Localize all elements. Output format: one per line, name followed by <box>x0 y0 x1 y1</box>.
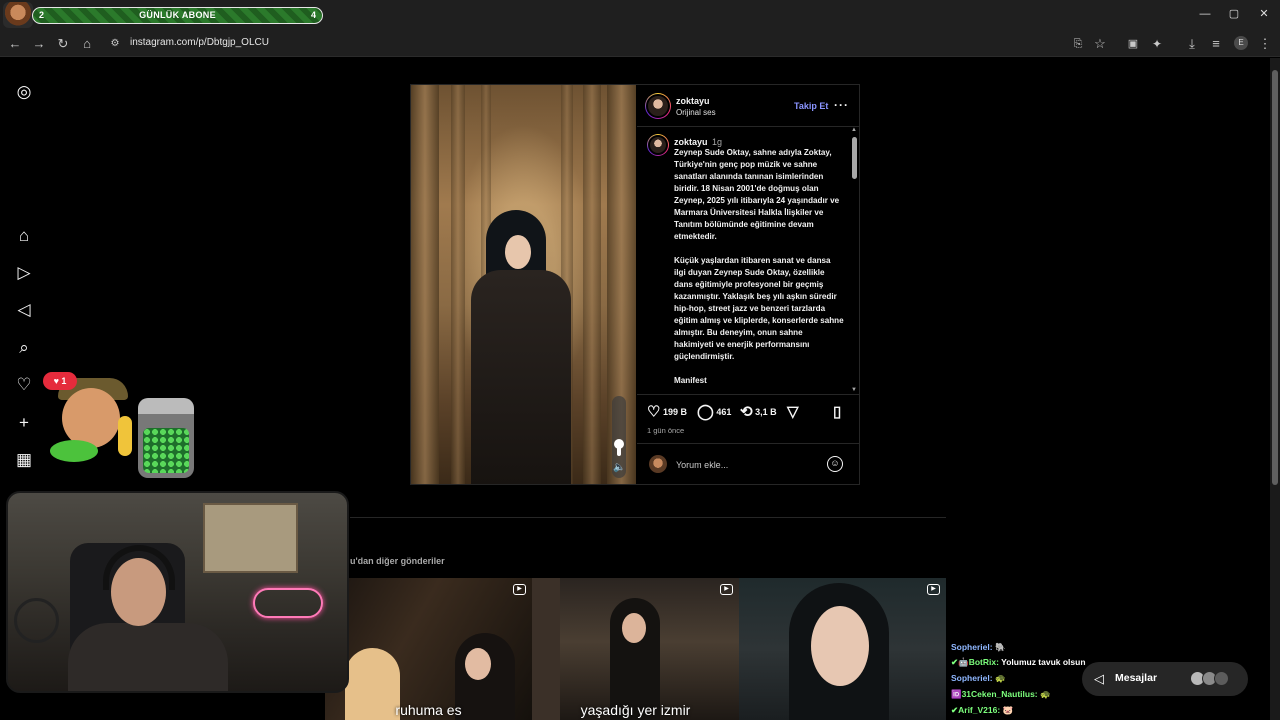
media-control-icon[interactable]: ≡ <box>1205 31 1227 57</box>
reels-nav-icon[interactable]: ▷ <box>13 262 35 284</box>
caption-time: 1g <box>712 137 723 147</box>
posted-time: 1 gün önce <box>647 426 685 435</box>
repost-button[interactable]: ⟲ 3,1 B <box>740 403 777 422</box>
emoji-icon[interactable]: ☺ <box>827 456 843 472</box>
messages-label: Mesajlar <box>1115 672 1158 684</box>
streamer-webcam <box>6 491 349 693</box>
repost-icon: ⟲ <box>740 403 753 421</box>
more-post-thumbnail[interactable]: ▶ ruhuma es <box>325 578 532 720</box>
share-button[interactable]: ▽ <box>787 403 799 422</box>
url-text[interactable]: instagram.com/p/Dbtgjp_OLCU <box>130 36 269 50</box>
caption-scrollbar[interactable]: ▲ ▼ <box>850 127 859 393</box>
chat-message: ✔Arif_V216: 🐷 <box>951 705 1014 715</box>
maximize-button[interactable]: ▢ <box>1223 6 1245 22</box>
bookmark-icon: ▯ <box>833 403 842 421</box>
caption-paragraph: Küçük yaşlardan itibaren sanat ve dansa … <box>674 256 844 361</box>
more-posts-divider <box>350 517 946 518</box>
message-avatar <box>1214 671 1229 686</box>
chat-message: 🆔31Ceken_Nautilus: 🐢 <box>951 689 1051 699</box>
forward-icon[interactable]: → <box>28 31 50 57</box>
more-post-thumbnail[interactable]: ▶ <box>739 578 946 720</box>
subscriber-goal-bar: 2 GÜNLÜK ABONE 4 <box>32 7 323 24</box>
caption-username[interactable]: zoktayu <box>674 137 708 147</box>
messages-nav-icon[interactable]: ◁ <box>13 299 35 321</box>
goal-target: 4 <box>310 10 316 20</box>
paper-plane-icon: ◁ <box>1094 671 1104 686</box>
comment-divider <box>637 443 859 444</box>
author-avatar[interactable] <box>645 93 671 119</box>
messages-button[interactable]: ◁ Mesajlar <box>1082 662 1248 696</box>
minimize-button[interactable]: — <box>1194 6 1216 22</box>
follow-button[interactable]: Takip Et <box>794 101 828 111</box>
comment-input[interactable] <box>676 458 816 472</box>
comment-count: 461 <box>716 407 732 417</box>
close-window-button[interactable]: ✕ <box>1253 6 1275 22</box>
reel-icon: ▶ <box>513 584 526 595</box>
site-info-icon[interactable]: ⚙ <box>104 31 126 57</box>
more-options-icon[interactable]: ··· <box>834 98 849 112</box>
comment-button[interactable]: ◯ 461 <box>697 403 731 422</box>
reel-icon: ▶ <box>720 584 733 595</box>
back-icon[interactable]: ← <box>4 31 26 57</box>
like-button[interactable]: ♡ 199 B <box>647 403 687 422</box>
jar-sticker <box>138 398 194 478</box>
download-icon[interactable]: ⤓ <box>1181 31 1203 57</box>
goal-title: GÜNLÜK ABONE <box>139 10 216 20</box>
more-posts-title: u'dan diğer gönderiler <box>350 556 445 566</box>
viewer-avatar <box>649 455 667 473</box>
page-scrollbar[interactable] <box>1270 58 1280 720</box>
install-app-icon[interactable]: ⎘ <box>1067 31 1089 57</box>
tab-search-icon[interactable]: ▣ <box>1122 31 1144 57</box>
chat-message: Sopheriel: 🐘 <box>951 642 1006 652</box>
thumbnail-caption: ruhuma es <box>395 702 462 718</box>
actions-divider <box>637 394 859 395</box>
home-icon[interactable]: ⌂ <box>76 31 98 57</box>
notifications-nav-icon[interactable]: ♡ <box>13 374 35 396</box>
comment-icon: ◯ <box>697 403 714 421</box>
save-button[interactable]: ▯ <box>833 403 841 422</box>
header-divider <box>637 126 859 127</box>
bookmark-star-icon[interactable]: ☆ <box>1089 31 1111 57</box>
caption-paragraph: Zeynep Sude Oktay, sahne adıyla Zoktay, … <box>674 148 840 241</box>
reload-icon[interactable]: ↻ <box>52 31 74 57</box>
chat-message: Sopheriel: 🐢 <box>951 673 1006 683</box>
notification-badge: ♥ 1 <box>43 372 77 390</box>
like-count: 199 B <box>662 407 687 417</box>
speaker-icon[interactable]: 🔈 <box>613 462 625 473</box>
post-video[interactable] <box>411 85 636 484</box>
reel-icon: ▶ <box>927 584 940 595</box>
create-nav-icon[interactable]: + <box>13 412 35 434</box>
profile-icon[interactable]: E <box>1234 36 1248 50</box>
mascot-sticker <box>50 378 140 468</box>
audio-label[interactable]: Orijinal ses <box>676 108 716 117</box>
thumbnail-caption: yaşadığı yer izmir <box>580 702 691 718</box>
volume-knob[interactable] <box>614 439 624 449</box>
more-post-thumbnail[interactable]: ▶ yaşadığı yer izmir <box>532 578 739 720</box>
goal-avatar <box>3 2 33 28</box>
author-username[interactable]: zoktayu <box>676 96 710 106</box>
heart-icon: ♡ <box>647 403 661 421</box>
chat-message: ✔🤖BotRix: Yolumuz tavuk olsun <box>951 657 1086 667</box>
instagram-logo-icon[interactable]: ◎ <box>13 81 35 103</box>
extensions-icon[interactable]: ✦ <box>1146 31 1168 57</box>
dashboard-nav-icon[interactable]: ▦ <box>13 449 35 471</box>
home-nav-icon[interactable]: ⌂ <box>13 225 35 247</box>
caption-paragraph: Manifest <box>674 376 707 385</box>
search-nav-icon[interactable]: ⌕ <box>13 337 35 359</box>
browser-menu-icon[interactable]: ⋮ <box>1254 31 1276 57</box>
share-icon: ▽ <box>787 403 799 421</box>
repost-count: 3,1 B <box>755 407 777 417</box>
caption-avatar[interactable] <box>647 134 669 156</box>
